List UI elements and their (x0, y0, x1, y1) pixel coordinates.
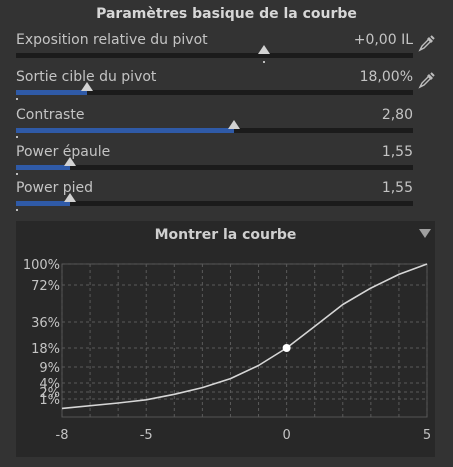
slider-track[interactable] (16, 45, 413, 63)
slider-handle[interactable] (258, 45, 270, 54)
slider-track[interactable] (16, 157, 413, 175)
curve-plot: 100%72%36%18%9%4%2%1%-8 -5 0 5 (23, 258, 431, 443)
slider-fill (16, 90, 87, 95)
slider-fill (16, 165, 70, 170)
y-tick-label: 36% (31, 316, 60, 331)
y-tick-label: 9% (39, 361, 60, 376)
slider-handle[interactable] (64, 193, 76, 202)
x-tick-label: -8 (56, 428, 69, 443)
y-tick-label: 1% (39, 393, 60, 408)
slider-value: 1,55 (381, 180, 413, 196)
slider-handle[interactable] (228, 120, 240, 129)
collapse-triangle-icon[interactable] (419, 229, 431, 238)
slider-label: Exposition relative du pivot (16, 32, 208, 48)
slider-default-tick (16, 173, 18, 175)
x-tick-label: 5 (423, 428, 431, 443)
slider-default-tick (16, 136, 18, 138)
curve-panel: Montrer la courbe 100% 72% 36% 18% 9% 4% 2% 1% -… (16, 221, 435, 457)
slider-label: Contraste (16, 107, 85, 123)
slider-pivot-target[interactable]: Sortie cible du pivot 18,00% (16, 69, 413, 105)
pivot-point (282, 344, 291, 352)
y-tick-label: 100% (23, 258, 60, 273)
slider-value: 1,55 (381, 144, 413, 160)
slider-pivot-exposure[interactable]: Exposition relative du pivot +0,00 IL (16, 32, 413, 68)
y-tick-label: 72% (31, 279, 60, 294)
slider-track[interactable] (16, 82, 413, 100)
slider-value: +0,00 IL (353, 32, 413, 48)
color-picker-icon[interactable] (418, 71, 436, 89)
slider-handle[interactable] (64, 157, 76, 166)
color-picker-icon[interactable] (418, 34, 436, 52)
slider-label: Power pied (16, 180, 94, 196)
slider-default-tick (263, 61, 265, 63)
slider-toe-power[interactable]: Power pied 1,55 (16, 180, 413, 216)
slider-value: 18,00% (359, 69, 413, 85)
slider-default-tick (16, 209, 18, 211)
slider-default-tick (16, 98, 18, 100)
slider-handle[interactable] (81, 82, 93, 91)
slider-contrast[interactable]: Contraste 2,80 (16, 107, 413, 143)
slider-value: 2,80 (381, 107, 413, 123)
section-title: Paramètres basique de la courbe (96, 6, 357, 22)
slider-shoulder-power[interactable]: Power épaule 1,55 (16, 144, 413, 180)
x-tick-label: 0 (282, 428, 290, 443)
y-tick-label: 18% (31, 342, 60, 357)
curve-panel-title[interactable]: Montrer la courbe (16, 221, 435, 249)
slider-track[interactable] (16, 120, 413, 138)
slider-fill (16, 128, 234, 133)
curve-line (61, 263, 428, 410)
slider-track[interactable] (16, 193, 413, 211)
slider-fill (16, 201, 70, 206)
x-tick-label: -5 (140, 428, 153, 443)
